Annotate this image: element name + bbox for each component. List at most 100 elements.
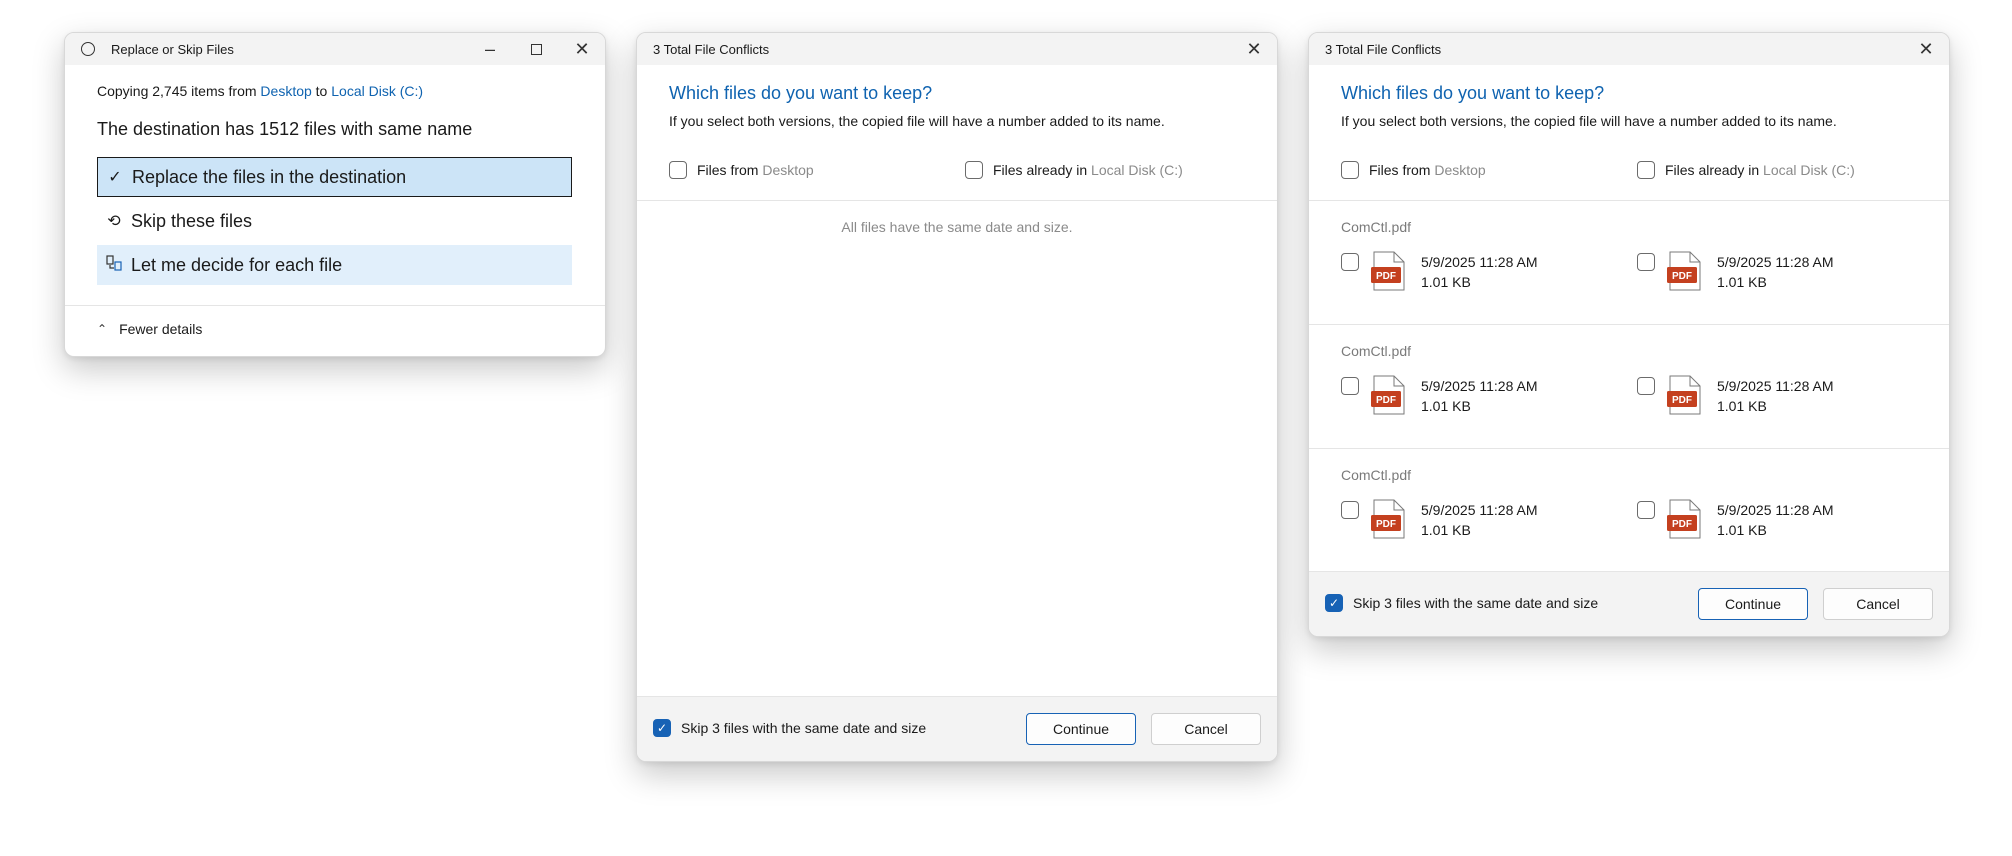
skip-same-label: Skip 3 files with the same date and size (681, 720, 927, 736)
source-file-option[interactable]: PDF 5/9/2025 11:28 AM 1.01 KB (1341, 375, 1538, 420)
replace-files-option[interactable]: ✓ Replace the files in the destination (97, 157, 572, 197)
fewer-details-toggle[interactable]: ⌃ Fewer details (97, 321, 202, 337)
file-size: 1.01 KB (1421, 522, 1471, 538)
dialog-heading: Which files do you want to keep? (1341, 83, 1605, 103)
dialog-heading: Which files do you want to keep? (669, 83, 933, 103)
copy-status: Copying 2,745 items from Desktop to Loca… (97, 83, 423, 99)
pdf-file-icon: PDF (1667, 499, 1703, 544)
source-file-checkbox[interactable] (1341, 377, 1359, 395)
files-from-checkbox[interactable] (1341, 161, 1359, 179)
files-in-location: Local Disk (C:) (1091, 162, 1183, 178)
fewer-details-label: Fewer details (119, 321, 203, 337)
file-size: 1.01 KB (1421, 398, 1471, 414)
destination-file-option[interactable]: PDF 5/9/2025 11:28 AM 1.01 KB (1637, 499, 1834, 544)
pdf-file-icon: PDF (1667, 251, 1703, 296)
copy-prefix: Copying 2,745 items from (97, 83, 257, 99)
skip-files-option[interactable]: ⟲ Skip these files (97, 201, 572, 241)
files-from-checkbox-row[interactable]: Files from Desktop (669, 161, 814, 179)
file-date: 5/9/2025 11:28 AM (1421, 502, 1538, 518)
pdf-badge-text: PDF (1672, 395, 1692, 406)
files-in-checkbox[interactable] (965, 161, 983, 179)
files-from-checkbox[interactable] (669, 161, 687, 179)
pdf-file-icon: PDF (1667, 375, 1703, 420)
app-circle-icon (81, 42, 95, 56)
destination-file-option[interactable]: PDF 5/9/2025 11:28 AM 1.01 KB (1637, 375, 1834, 420)
cancel-button[interactable]: Cancel (1823, 588, 1933, 620)
continue-button[interactable]: Continue (1026, 713, 1136, 745)
option-label: Replace the files in the destination (132, 166, 407, 187)
files-from-label: Files from (1369, 162, 1431, 178)
file-date: 5/9/2025 11:28 AM (1717, 502, 1834, 518)
title-bar: Replace or Skip Files – ✕ (65, 33, 605, 65)
file-size: 1.01 KB (1421, 274, 1471, 290)
files-from-location: Desktop (1434, 162, 1486, 178)
pdf-badge-text: PDF (1376, 519, 1396, 530)
file-conflicts-dialog-empty: 3 Total File Conflicts ✕ Which files do … (636, 32, 1278, 762)
replace-or-skip-dialog: Replace or Skip Files – ✕ Copying 2,745 … (64, 32, 606, 357)
conflict-file-name: ComCtl.pdf (1341, 343, 1412, 359)
option-label: Let me decide for each file (131, 254, 343, 275)
pdf-badge-text: PDF (1376, 271, 1396, 282)
copy-to-text: to (315, 83, 328, 99)
checkmark-icon: ✓ (108, 169, 122, 186)
close-icon[interactable]: ✕ (559, 33, 605, 65)
file-date: 5/9/2025 11:28 AM (1717, 254, 1834, 270)
destination-file-checkbox[interactable] (1637, 501, 1655, 519)
files-in-checkbox[interactable] (1637, 161, 1655, 179)
source-file-checkbox[interactable] (1341, 501, 1359, 519)
file-conflicts-dialog-list: 3 Total File Conflicts ✕ Which files do … (1308, 32, 1950, 637)
cancel-button[interactable]: Cancel (1151, 713, 1261, 745)
destination-file-checkbox[interactable] (1637, 253, 1655, 271)
conflict-item: ComCtl.pdf PDF 5/9/2025 11:28 AM 1.01 KB… (1309, 200, 1949, 325)
source-file-checkbox[interactable] (1341, 253, 1359, 271)
close-icon[interactable]: ✕ (1231, 33, 1277, 65)
title-bar: 3 Total File Conflicts ✕ (1309, 33, 1949, 65)
chevron-up-icon: ⌃ (97, 322, 108, 336)
files-in-checkbox-row[interactable]: Files already in Local Disk (C:) (965, 161, 1183, 179)
divider (637, 200, 1277, 201)
divider (65, 305, 605, 306)
file-size: 1.01 KB (1717, 522, 1767, 538)
decide-each-option[interactable]: Let me decide for each file (97, 245, 572, 285)
compare-files-icon (105, 254, 123, 276)
conflict-file-name: ComCtl.pdf (1341, 467, 1412, 483)
files-from-location: Desktop (762, 162, 814, 178)
conflict-file-name: ComCtl.pdf (1341, 219, 1412, 235)
continue-button[interactable]: Continue (1698, 588, 1808, 620)
skip-same-checkbox-row[interactable]: ✓ Skip 3 files with the same date and si… (653, 719, 926, 737)
skip-same-label: Skip 3 files with the same date and size (1353, 595, 1599, 611)
dialog-footer: ✓ Skip 3 files with the same date and si… (1309, 571, 1949, 636)
title-bar: 3 Total File Conflicts ✕ (637, 33, 1277, 65)
file-date: 5/9/2025 11:28 AM (1421, 378, 1538, 394)
pdf-badge-text: PDF (1376, 395, 1396, 406)
source-file-option[interactable]: PDF 5/9/2025 11:28 AM 1.01 KB (1341, 251, 1538, 296)
undo-arrow-icon: ⟲ (107, 213, 121, 230)
files-in-location: Local Disk (C:) (1763, 162, 1855, 178)
minimize-icon[interactable]: – (467, 33, 513, 65)
pdf-badge-text: PDF (1672, 519, 1692, 530)
option-label: Skip these files (131, 210, 253, 231)
files-in-label: Files already in (1665, 162, 1760, 178)
maximize-icon[interactable] (513, 33, 559, 65)
pdf-file-icon: PDF (1371, 251, 1407, 296)
source-file-option[interactable]: PDF 5/9/2025 11:28 AM 1.01 KB (1341, 499, 1538, 544)
conflict-item: ComCtl.pdf PDF 5/9/2025 11:28 AM 1.01 KB… (1309, 448, 1949, 573)
skip-same-checkbox[interactable]: ✓ (653, 719, 671, 737)
file-date: 5/9/2025 11:28 AM (1421, 254, 1538, 270)
skip-same-checkbox[interactable]: ✓ (1325, 594, 1343, 612)
destination-message: The destination has 1512 files with same… (97, 119, 473, 139)
close-icon[interactable]: ✕ (1903, 33, 1949, 65)
pdf-file-icon: PDF (1371, 375, 1407, 420)
skip-same-checkbox-row[interactable]: ✓ Skip 3 files with the same date and si… (1325, 594, 1598, 612)
files-from-checkbox-row[interactable]: Files from Desktop (1341, 161, 1486, 179)
destination-link[interactable]: Local Disk (C:) (331, 83, 423, 99)
window-title: 3 Total File Conflicts (653, 41, 770, 57)
destination-file-option[interactable]: PDF 5/9/2025 11:28 AM 1.01 KB (1637, 251, 1834, 296)
destination-file-checkbox[interactable] (1637, 377, 1655, 395)
file-date: 5/9/2025 11:28 AM (1717, 378, 1834, 394)
empty-message: All files have the same date and size. (841, 219, 1073, 235)
files-in-checkbox-row[interactable]: Files already in Local Disk (C:) (1637, 161, 1855, 179)
window-title: 3 Total File Conflicts (1325, 41, 1442, 57)
window-title: Replace or Skip Files (111, 41, 234, 57)
source-link[interactable]: Desktop (260, 83, 311, 99)
